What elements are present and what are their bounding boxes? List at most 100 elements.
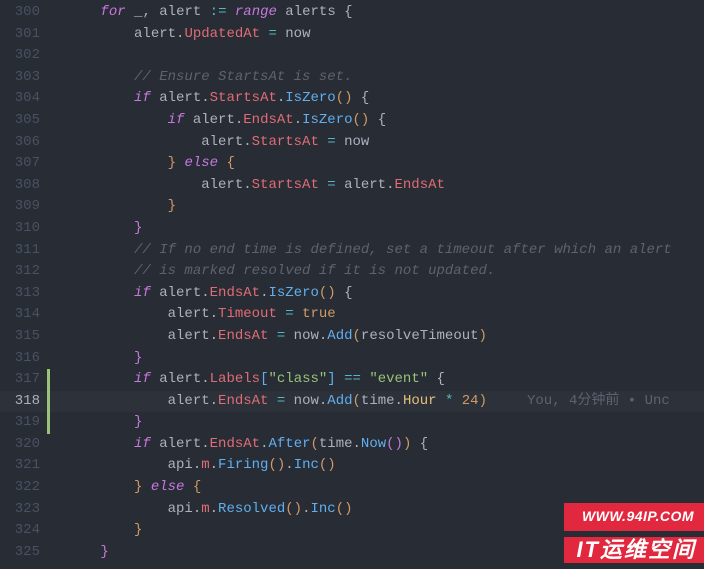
code-token: } — [134, 220, 142, 236]
code-token — [411, 436, 419, 452]
line-number: 310 — [0, 218, 40, 240]
code-token: time — [361, 393, 395, 409]
code-line[interactable]: alert.Timeout = true — [50, 304, 704, 326]
code-line[interactable]: alert.StartsAt = alert.EndsAt — [50, 175, 704, 197]
code-line[interactable]: for _, alert := range alerts { — [50, 2, 704, 24]
code-line[interactable]: if alert.EndsAt.IsZero() { — [50, 110, 704, 132]
code-token: () — [268, 457, 285, 473]
code-token: { — [193, 479, 201, 495]
code-token: . — [193, 457, 201, 473]
code-token: == — [344, 371, 361, 387]
code-token — [319, 177, 327, 193]
code-token: range — [235, 4, 277, 20]
line-number: 307 — [0, 153, 40, 175]
code-token: = — [285, 306, 293, 322]
code-line[interactable]: // Ensure StartsAt is set. — [50, 67, 704, 89]
code-token — [50, 285, 134, 301]
code-line[interactable]: if alert.EndsAt.After(time.Now()) { — [50, 434, 704, 456]
code-token: api — [50, 501, 193, 517]
code-token — [50, 4, 100, 20]
line-number: 324 — [0, 520, 40, 542]
code-token: . — [353, 436, 361, 452]
code-token — [50, 198, 168, 214]
code-editor[interactable]: 3003013023033043053063073083093103113123… — [0, 0, 704, 569]
code-token — [50, 350, 134, 366]
code-token: if — [134, 436, 151, 452]
code-token: . — [193, 501, 201, 517]
code-line[interactable]: } else { — [50, 477, 704, 499]
code-token: Labels — [210, 371, 260, 387]
code-token: if — [134, 371, 151, 387]
code-token — [319, 134, 327, 150]
line-number-gutter: 3003013023033043053063073083093103113123… — [0, 0, 50, 569]
code-token: Resolved — [218, 501, 285, 517]
code-line[interactable]: // is marked resolved if it is not updat… — [50, 261, 704, 283]
code-token — [50, 155, 168, 171]
code-token: () — [319, 457, 336, 473]
code-line[interactable]: if alert.EndsAt.IsZero() { — [50, 283, 704, 305]
code-token: alert — [50, 177, 243, 193]
code-token — [50, 371, 134, 387]
code-token: for — [100, 4, 125, 20]
code-token — [142, 479, 150, 495]
code-token — [184, 479, 192, 495]
line-number: 311 — [0, 240, 40, 262]
code-token: alert — [336, 177, 386, 193]
code-token: () — [353, 112, 370, 128]
watermark-label: IT运维空间 — [564, 537, 704, 563]
code-line[interactable]: if alert.StartsAt.IsZero() { — [50, 88, 704, 110]
code-line[interactable]: } — [50, 196, 704, 218]
code-token: alert — [184, 112, 234, 128]
code-token: now — [336, 134, 370, 150]
code-line[interactable]: api.m.Firing().Inc() — [50, 455, 704, 477]
code-token — [50, 414, 134, 430]
code-token: . — [201, 436, 209, 452]
code-token: . — [386, 177, 394, 193]
code-token — [268, 328, 276, 344]
code-token — [50, 479, 134, 495]
code-token: } — [100, 544, 108, 560]
line-number: 308 — [0, 175, 40, 197]
line-number: 325 — [0, 542, 40, 564]
code-line[interactable]: if alert.Labels["class"] == "event" { — [50, 369, 704, 391]
code-token: { — [378, 112, 386, 128]
code-token: . — [294, 112, 302, 128]
code-token: IsZero — [268, 285, 318, 301]
code-token — [437, 393, 445, 409]
code-token: api — [50, 457, 193, 473]
code-token: () — [336, 501, 353, 517]
code-token: alert — [151, 90, 201, 106]
line-number: 306 — [0, 132, 40, 154]
code-line[interactable] — [50, 45, 704, 67]
code-area[interactable]: for _, alert := range alerts { alert.Upd… — [50, 0, 704, 569]
code-line[interactable]: } — [50, 218, 704, 240]
code-token: _ — [126, 4, 143, 20]
code-token: . — [210, 457, 218, 473]
code-line[interactable]: } — [50, 348, 704, 370]
code-line[interactable]: alert.EndsAt = now.Add(time.Hour * 24)Yo… — [50, 391, 704, 413]
code-token: alert — [50, 328, 210, 344]
code-line[interactable]: // If no end time is defined, set a time… — [50, 240, 704, 262]
code-token: { — [344, 4, 352, 20]
code-line[interactable]: alert.UpdatedAt = now — [50, 24, 704, 46]
line-number: 316 — [0, 348, 40, 370]
line-number: 303 — [0, 67, 40, 89]
code-token: EndsAt — [210, 285, 260, 301]
code-token: . — [201, 371, 209, 387]
code-token — [369, 112, 377, 128]
code-token: { — [437, 371, 445, 387]
code-token: ( — [353, 393, 361, 409]
code-token: now — [285, 328, 319, 344]
code-token: Add — [327, 328, 352, 344]
code-token: time — [319, 436, 353, 452]
code-token — [336, 285, 344, 301]
line-number: 320 — [0, 434, 40, 456]
code-token: StartsAt — [210, 90, 277, 106]
code-line[interactable]: alert.StartsAt = now — [50, 132, 704, 154]
code-token: EndsAt — [395, 177, 445, 193]
code-line[interactable]: } else { — [50, 153, 704, 175]
code-line[interactable]: alert.EndsAt = now.Add(resolveTimeout) — [50, 326, 704, 348]
code-line[interactable]: } — [50, 412, 704, 434]
code-token: . — [210, 501, 218, 517]
code-token: resolveTimeout — [361, 328, 479, 344]
